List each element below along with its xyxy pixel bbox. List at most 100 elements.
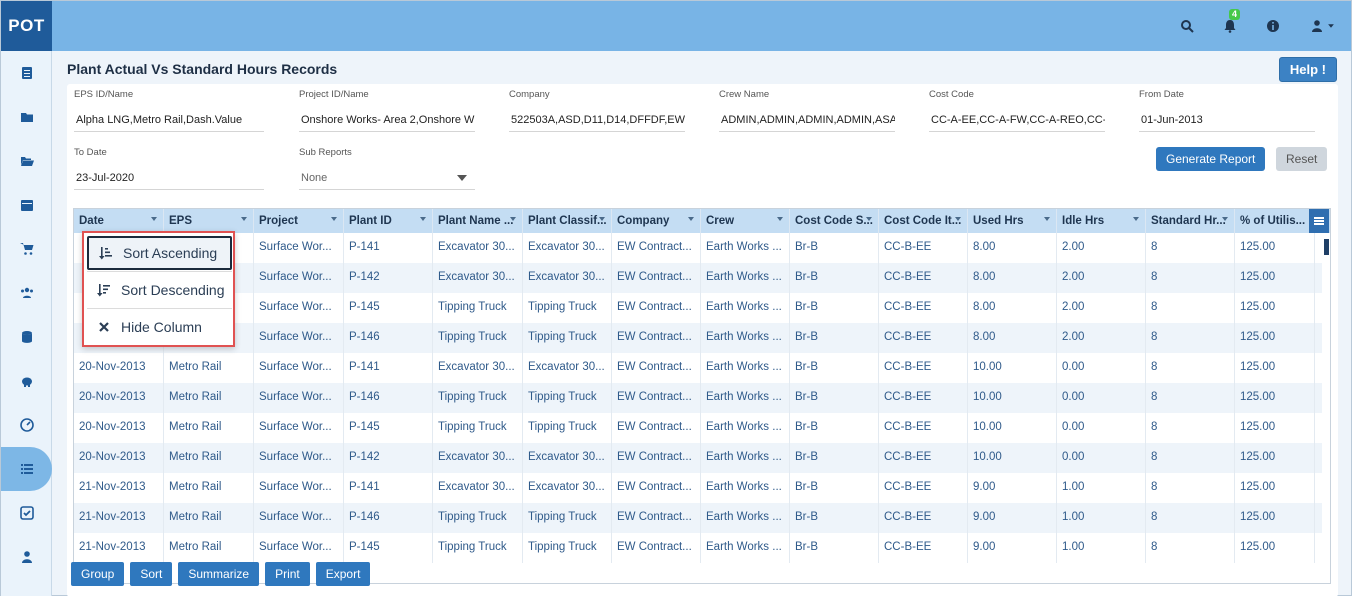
sidebar-item-profile[interactable] [1, 535, 52, 579]
table-row[interactable]: 20-Nov-2013 Metro Rail Surface Wor... P-141… [74, 353, 1324, 383]
to-date-value[interactable]: 23-Jul-2020 [74, 168, 264, 190]
sidebar-item-savings[interactable] [1, 359, 52, 403]
from-date-value[interactable]: 01-Jun-2013 [1139, 110, 1315, 132]
generate-report-button[interactable]: Generate Report [1156, 147, 1266, 171]
table-cell: Tipping Truck [433, 413, 523, 443]
sub-reports-value[interactable]: None [299, 168, 475, 190]
column-header-label: EPS [169, 215, 193, 227]
info-button[interactable] [1264, 17, 1282, 35]
table-row[interactable]: 21-Nov-2013 Metro Rail Surface Wor... P-146… [74, 503, 1324, 533]
chevron-down-icon[interactable] [866, 217, 872, 221]
cost-code-value[interactable]: CC-A-EE,CC-A-FW,CC-A-REO,CC-A-C [929, 110, 1105, 132]
chevron-down-icon[interactable] [510, 217, 516, 221]
table-cell: Earth Works ... [701, 293, 790, 323]
table-row[interactable]: Surface Wor... P-145 Tipping Truck Tipping … [74, 293, 1324, 323]
eps-value[interactable]: Alpha LNG,Metro Rail,Dash.Value [74, 110, 264, 132]
scrollbar-thumb[interactable] [1324, 239, 1329, 255]
chevron-down-icon[interactable] [599, 217, 605, 221]
sort-ascending-item[interactable]: Sort Ascending [87, 236, 232, 270]
eps-field[interactable]: EPS ID/Name Alpha LNG,Metro Rail,Dash.Va… [74, 89, 264, 132]
column-header[interactable]: Plant Classif... [523, 209, 612, 233]
from-date-field[interactable]: From Date 01-Jun-2013 [1139, 89, 1315, 132]
chevron-down-icon[interactable] [688, 217, 694, 221]
user-menu-button[interactable] [1306, 17, 1338, 35]
chevron-down-icon[interactable] [1044, 217, 1050, 221]
search-button[interactable] [1178, 17, 1196, 35]
company-field[interactable]: Company 522503A,ASD,D11,D14,DFFDF,EWC, [509, 89, 685, 132]
column-menu-button[interactable] [1309, 209, 1329, 233]
table-cell: 8 [1146, 293, 1235, 323]
sidebar-item-tasks[interactable] [1, 491, 52, 535]
sidebar-item-gauge[interactable] [1, 403, 52, 447]
sidebar-item-dashboard[interactable] [1, 51, 52, 95]
chevron-down-icon[interactable] [955, 217, 961, 221]
table-row[interactable]: Surface Wor... P-142 Excavator 30... Excava… [74, 263, 1324, 293]
table-cell: 8 [1146, 383, 1235, 413]
chevron-down-icon[interactable] [331, 217, 337, 221]
sidebar-item-users[interactable] [1, 271, 52, 315]
crew-field[interactable]: Crew Name ADMIN,ADMIN,ADMIN,ADMIN,ASA, [719, 89, 895, 132]
hide-column-item[interactable]: Hide Column [87, 310, 232, 344]
table-cell: Tipping Truck [523, 323, 612, 353]
column-header-label: Company [617, 215, 670, 227]
column-header[interactable]: Company [612, 209, 701, 233]
sidebar-item-cart[interactable] [1, 227, 52, 271]
table-cell: 125.00 [1235, 293, 1315, 323]
sub-reports-select[interactable]: Sub Reports None [299, 147, 475, 190]
vertical-scrollbar[interactable] [1322, 233, 1330, 583]
column-header[interactable]: Standard Hr... [1146, 209, 1235, 233]
column-header[interactable]: Date [74, 209, 164, 233]
export-button[interactable]: Export [315, 562, 371, 586]
chevron-down-icon[interactable] [1133, 217, 1139, 221]
reset-button[interactable]: Reset [1276, 147, 1328, 171]
table-cell: 21-Nov-2013 [74, 473, 164, 503]
column-header[interactable]: Cost Code S... [790, 209, 879, 233]
sidebar-item-folder-open[interactable] [1, 139, 52, 183]
table-row[interactable]: 21-Nov-2013 Metro Rail Surface Wor... P-145… [74, 533, 1324, 563]
app-logo[interactable]: POT [1, 1, 52, 51]
chevron-down-icon[interactable] [1222, 217, 1228, 221]
cost-code-field[interactable]: Cost Code CC-A-EE,CC-A-FW,CC-A-REO,CC-A-… [929, 89, 1105, 132]
table-row[interactable]: 21-Nov-2013 Metro Rail Surface Wor... P-141… [74, 473, 1324, 503]
notifications-button[interactable]: 4 [1221, 9, 1241, 35]
column-header[interactable]: % of Utilis... [1235, 209, 1315, 233]
chevron-down-icon[interactable] [420, 217, 426, 221]
help-button[interactable]: Help ! [1278, 57, 1337, 82]
column-header[interactable]: EPS [164, 209, 254, 233]
column-header[interactable]: Plant Name ... [433, 209, 523, 233]
sidebar-item-calendar[interactable] [1, 183, 52, 227]
table-cell: Excavator 30... [523, 443, 612, 473]
company-value[interactable]: 522503A,ASD,D11,D14,DFFDF,EWC, [509, 110, 685, 132]
column-header[interactable]: Project [254, 209, 344, 233]
table-row[interactable]: 20-Nov-2013 Metro Rail Surface Wor... P-145… [74, 413, 1324, 443]
column-header[interactable]: Idle Hrs [1057, 209, 1146, 233]
check-square-icon [19, 506, 34, 520]
crew-value[interactable]: ADMIN,ADMIN,ADMIN,ADMIN,ASA, [719, 110, 895, 132]
summarize-button[interactable]: Summarize [178, 562, 260, 586]
eps-label: EPS ID/Name [74, 89, 134, 100]
table-row[interactable]: Surface Wor... P-141 Excavator 30... Excava… [74, 233, 1324, 263]
to-date-field[interactable]: To Date 23-Jul-2020 [74, 147, 264, 190]
table-cell: EW Contract... [612, 233, 701, 263]
sidebar-item-folder[interactable] [1, 95, 52, 139]
table-row[interactable]: Surface Wor... P-146 Tipping Truck Tipping … [74, 323, 1324, 353]
sort-descending-item[interactable]: Sort Descending [87, 273, 232, 307]
print-button[interactable]: Print [265, 562, 310, 586]
project-field[interactable]: Project ID/Name Onshore Works- Area 2,On… [299, 89, 475, 132]
column-header[interactable]: Crew [701, 209, 790, 233]
sort-button[interactable]: Sort [130, 562, 173, 586]
chevron-down-icon[interactable] [777, 217, 783, 221]
column-header[interactable]: Used Hrs [968, 209, 1057, 233]
table-row[interactable]: 20-Nov-2013 Metro Rail Surface Wor... P-142… [74, 443, 1324, 473]
column-header[interactable]: Cost Code It... [879, 209, 968, 233]
column-header[interactable]: Plant ID [344, 209, 433, 233]
sidebar-item-reports[interactable] [1, 447, 52, 491]
project-value[interactable]: Onshore Works- Area 2,Onshore W [299, 110, 475, 132]
sidebar-item-database[interactable] [1, 315, 52, 359]
chevron-down-icon[interactable] [151, 217, 157, 221]
table-cell: P-145 [344, 413, 433, 443]
bell-icon [1224, 20, 1236, 33]
chevron-down-icon[interactable] [241, 217, 247, 221]
table-row[interactable]: 20-Nov-2013 Metro Rail Surface Wor... P-146… [74, 383, 1324, 413]
group-button[interactable]: Group [71, 562, 125, 586]
